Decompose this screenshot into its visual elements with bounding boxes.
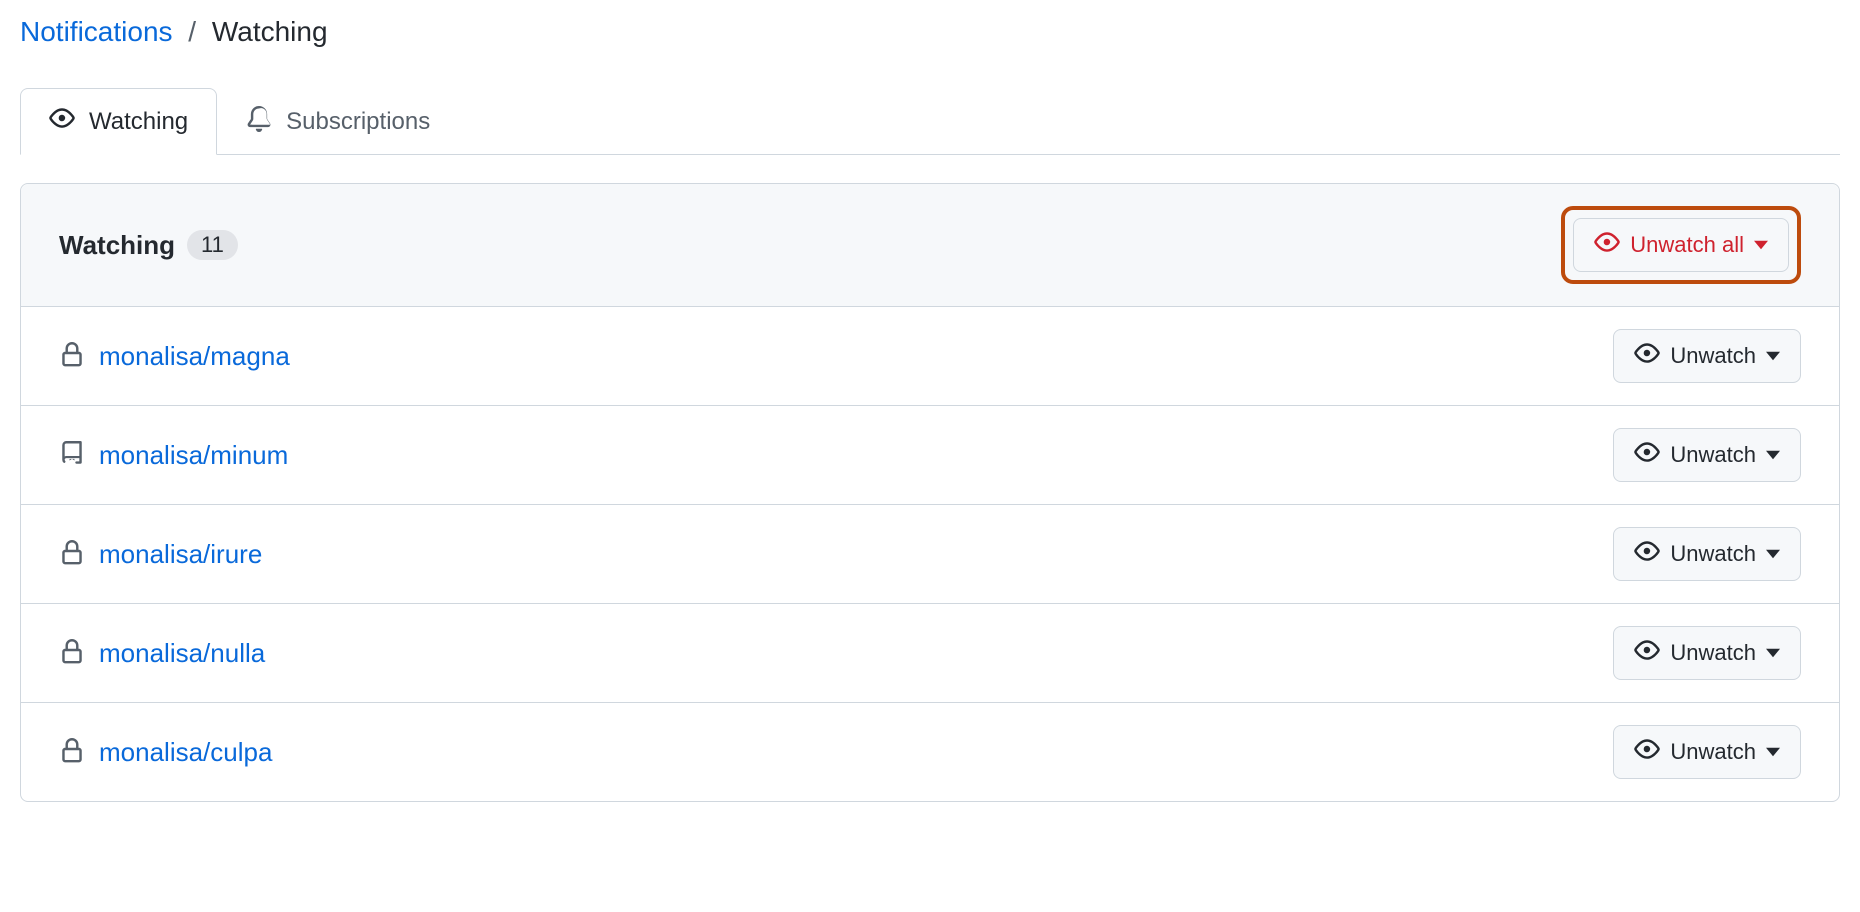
watching-count-badge: 11 — [187, 230, 238, 260]
unwatch-button[interactable]: Unwatch — [1613, 626, 1801, 680]
watching-panel: Watching 11 Unwatch all monalisa/magna Un… — [20, 183, 1840, 802]
tab-watching[interactable]: Watching — [20, 88, 217, 155]
unwatch-label: Unwatch — [1670, 442, 1756, 468]
unwatch-all-label: Unwatch all — [1630, 232, 1744, 258]
unwatch-all-button[interactable]: Unwatch all — [1573, 218, 1789, 272]
caret-down-icon — [1766, 343, 1780, 369]
tabs-bar: Watching Subscriptions — [20, 88, 1840, 155]
breadcrumb: Notifications / Watching — [20, 0, 1840, 64]
caret-down-icon — [1766, 541, 1780, 567]
repo-link[interactable]: monalisa/culpa — [99, 737, 272, 768]
unwatch-button[interactable]: Unwatch — [1613, 725, 1801, 779]
repo-row: monalisa/minum Unwatch — [21, 406, 1839, 505]
unwatch-label: Unwatch — [1670, 739, 1756, 765]
repo-link[interactable]: monalisa/minum — [99, 440, 288, 471]
repo-row: monalisa/irure Unwatch — [21, 505, 1839, 604]
repo-icon — [59, 441, 85, 470]
unwatch-button[interactable]: Unwatch — [1613, 428, 1801, 482]
lock-icon — [59, 342, 85, 371]
tab-subscriptions-label: Subscriptions — [286, 108, 430, 136]
repo-link[interactable]: monalisa/irure — [99, 539, 262, 570]
repo-info: monalisa/culpa — [59, 737, 272, 768]
unwatch-label: Unwatch — [1670, 343, 1756, 369]
lock-icon — [59, 738, 85, 767]
repo-row: monalisa/magna Unwatch — [21, 307, 1839, 406]
caret-down-icon — [1754, 232, 1768, 258]
repo-row: monalisa/nulla Unwatch — [21, 604, 1839, 703]
eye-icon — [1634, 340, 1660, 372]
repo-link[interactable]: monalisa/nulla — [99, 638, 265, 669]
repo-row: monalisa/culpa Unwatch — [21, 703, 1839, 801]
unwatch-all-highlight: Unwatch all — [1561, 206, 1801, 284]
caret-down-icon — [1766, 739, 1780, 765]
eye-icon — [1594, 229, 1620, 261]
tab-watching-label: Watching — [89, 108, 188, 136]
tab-subscriptions[interactable]: Subscriptions — [217, 88, 459, 155]
breadcrumb-parent-link[interactable]: Notifications — [20, 16, 173, 47]
lock-icon — [59, 540, 85, 569]
repo-list: monalisa/magna Unwatch monalisa/minum Unwat… — [21, 307, 1839, 801]
caret-down-icon — [1766, 640, 1780, 666]
unwatch-button[interactable]: Unwatch — [1613, 527, 1801, 581]
breadcrumb-separator: / — [188, 16, 196, 47]
repo-info: monalisa/nulla — [59, 638, 265, 669]
repo-info: monalisa/magna — [59, 341, 290, 372]
repo-info: monalisa/irure — [59, 539, 262, 570]
caret-down-icon — [1766, 442, 1780, 468]
eye-icon — [1634, 736, 1660, 768]
panel-title: Watching 11 — [59, 230, 238, 261]
unwatch-button[interactable]: Unwatch — [1613, 329, 1801, 383]
lock-icon — [59, 639, 85, 668]
unwatch-label: Unwatch — [1670, 541, 1756, 567]
repo-info: monalisa/minum — [59, 440, 288, 471]
panel-title-text: Watching — [59, 230, 175, 261]
eye-icon — [1634, 538, 1660, 570]
breadcrumb-current: Watching — [212, 16, 328, 47]
unwatch-label: Unwatch — [1670, 640, 1756, 666]
bell-icon — [246, 106, 272, 139]
eye-icon — [1634, 439, 1660, 471]
eye-icon — [49, 105, 75, 138]
eye-icon — [1634, 637, 1660, 669]
repo-link[interactable]: monalisa/magna — [99, 341, 290, 372]
panel-header: Watching 11 Unwatch all — [21, 184, 1839, 307]
